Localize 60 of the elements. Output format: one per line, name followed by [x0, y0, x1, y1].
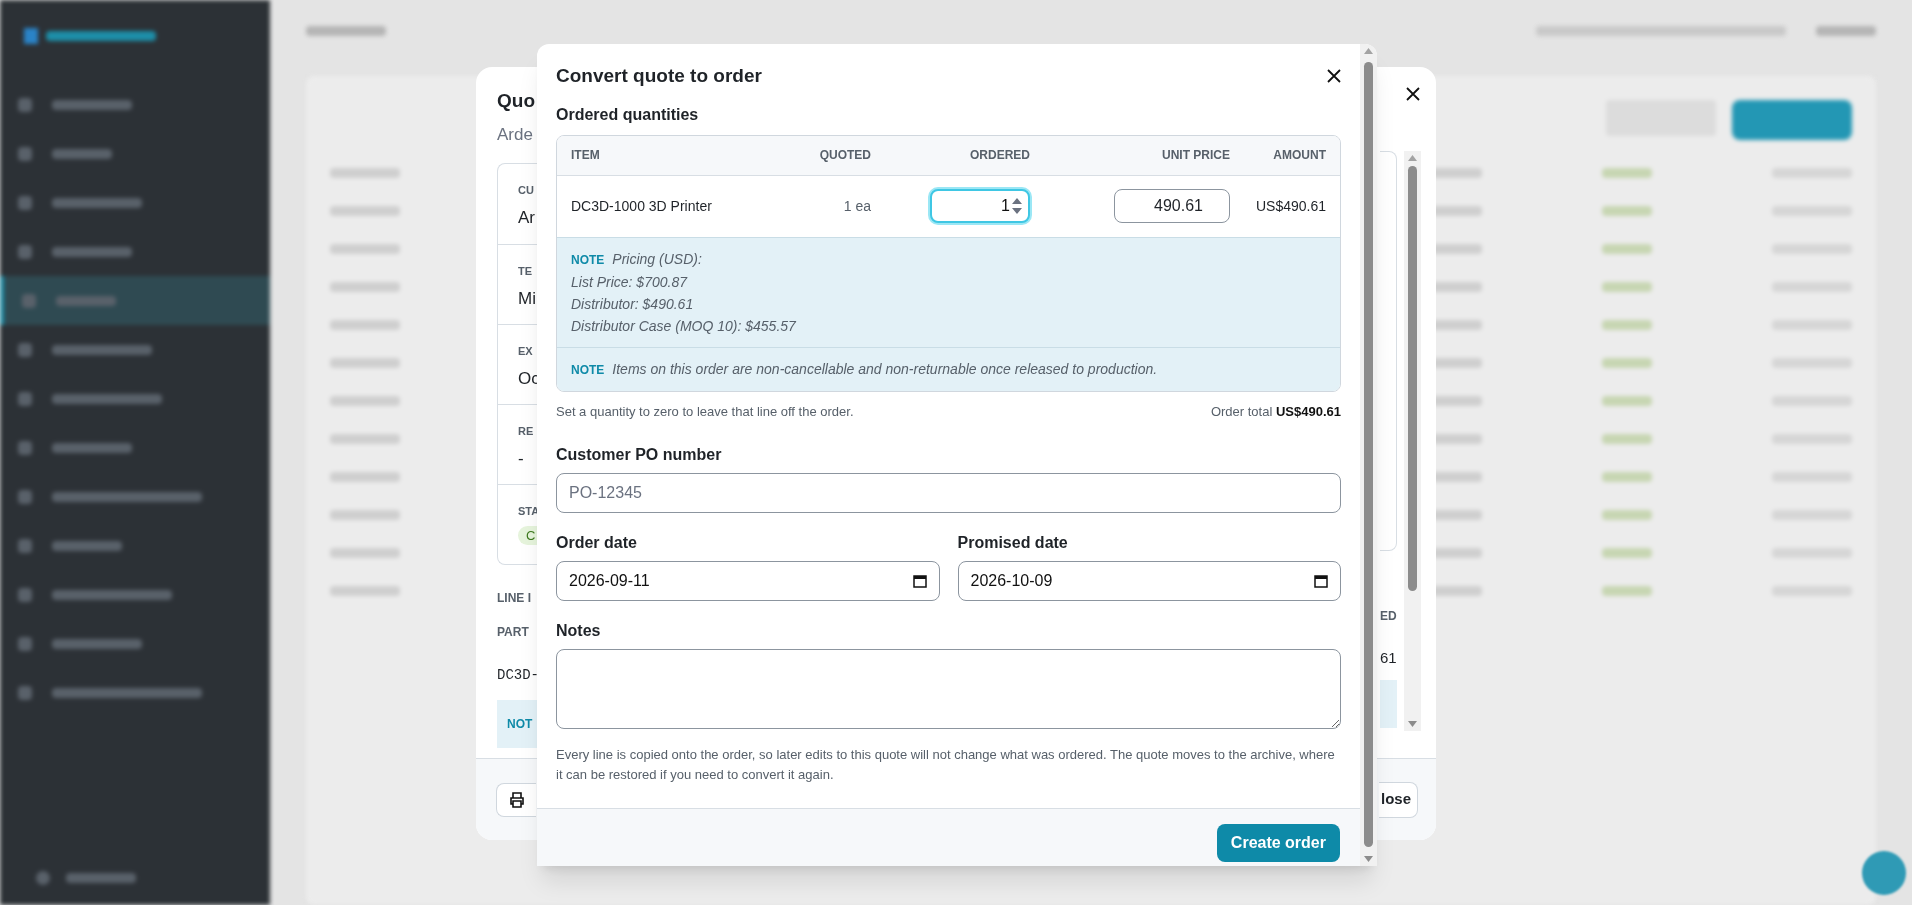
calendar-icon[interactable]	[1314, 574, 1328, 588]
calendar-icon[interactable]	[912, 574, 927, 588]
close-button[interactable]: lose	[1379, 781, 1418, 818]
column-header: AMOUNT	[1272, 147, 1326, 164]
status-badge: C	[518, 525, 540, 545]
scroll-down-arrow-icon[interactable]	[1408, 721, 1417, 727]
table-cell-text: DC3D-1000 3D Printer	[571, 196, 713, 216]
field-label: Order date	[556, 533, 638, 553]
notes-input[interactable]	[556, 649, 1341, 729]
column-header: ED	[1380, 608, 1397, 625]
field-label: EX	[518, 344, 534, 359]
field-label: Promised date	[957, 533, 1069, 553]
scrollbar[interactable]	[1404, 151, 1421, 731]
date-input[interactable]: 2026-10-09	[957, 561, 1341, 601]
field-label: CU	[518, 183, 535, 198]
create-order-button[interactable]: Create order	[1216, 824, 1340, 862]
scroll-up-arrow-icon[interactable]	[1408, 155, 1417, 161]
field-value: Ar	[518, 206, 536, 229]
table-cell-text: US$490.61	[1254, 196, 1326, 216]
section-heading: Ordered quantities	[556, 104, 700, 125]
field-value: Mi	[518, 287, 537, 310]
printer-icon	[509, 791, 525, 808]
dialog-title: Convert quote to order	[556, 64, 762, 88]
note-strip	[1380, 679, 1397, 728]
help-fab[interactable]	[1862, 851, 1906, 895]
po-number-input[interactable]: PO-12345	[556, 473, 1341, 513]
note-text: NOTE Items on this order are non-cancellable and non-returnable once released to production.	[570, 359, 1159, 379]
column-header: UNIT PRICE	[1161, 147, 1230, 164]
scrollbar[interactable]	[1360, 44, 1377, 866]
table-cell-text: 61	[1380, 648, 1397, 668]
scroll-thumb[interactable]	[1408, 166, 1417, 591]
unit-price-input[interactable]: 490.61	[1114, 189, 1230, 223]
scroll-up-arrow-icon[interactable]	[1364, 48, 1373, 54]
field-value: -	[518, 447, 525, 470]
column-header: ITEM	[571, 147, 601, 164]
footer-text: Every line is copied onto the order, so later edits to this quote will not change what was ordered. The quote moves to the archive, where it can be restored if you need to convert it again.	[556, 746, 1336, 784]
date-input[interactable]: 2026-09-11	[556, 561, 940, 601]
section-heading: LINE I	[497, 590, 532, 607]
order-total: Order total US$490.61	[1210, 402, 1341, 421]
table-cell-text: 1 ea	[842, 196, 871, 216]
spinner-arrows-icon[interactable]	[1012, 197, 1022, 215]
scroll-down-arrow-icon[interactable]	[1364, 856, 1373, 862]
field-label: RE	[518, 424, 535, 439]
scroll-thumb[interactable]	[1364, 62, 1373, 847]
field-label: TE	[518, 264, 534, 279]
column-header: ORDERED	[969, 147, 1031, 164]
print-button[interactable]	[496, 782, 536, 817]
hint-text: Set a quantity to zero to leave that line off the order.	[556, 402, 854, 421]
close-icon[interactable]	[1327, 69, 1341, 84]
quantity-input[interactable]: 1	[930, 189, 1030, 223]
note-strip: NOT	[497, 700, 538, 748]
dialog-subtitle: Arde	[497, 123, 534, 146]
field-label: Notes	[556, 621, 602, 641]
note-text: NOTE Pricing (USD): List Price: $700.87 Distributor: $490.61 Distributor Case (MOQ 10): $455.57	[570, 249, 797, 336]
table-cell-text: DC3D-	[497, 666, 538, 685]
field-label: Customer PO number	[556, 445, 723, 465]
column-header: PART	[497, 624, 530, 641]
close-icon[interactable]	[1406, 87, 1420, 101]
column-header: QUOTED	[818, 147, 871, 164]
dialog-title: Quo	[497, 89, 536, 113]
